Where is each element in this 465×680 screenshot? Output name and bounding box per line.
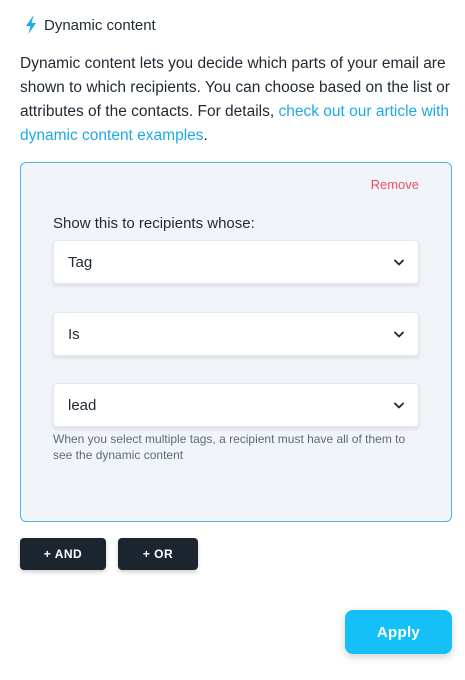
chevron-down-icon: [394, 331, 404, 337]
lightning-bolt-icon: [26, 16, 36, 34]
intro-suffix: .: [203, 127, 208, 144]
header-title: Dynamic content: [44, 16, 156, 34]
condition-panel: Remove Show this to recipients whose: Ta…: [20, 162, 452, 522]
field-select-value: Tag: [68, 253, 93, 271]
operator-select[interactable]: Is: [53, 312, 419, 356]
operator-select-value: Is: [68, 325, 80, 343]
chevron-down-icon: [394, 259, 404, 265]
tag-value-select-value: lead: [68, 396, 97, 414]
show-to-recipients-label: Show this to recipients whose:: [53, 215, 255, 232]
dynamic-content-header: Dynamic content: [24, 16, 156, 34]
tag-value-select[interactable]: lead: [53, 383, 419, 427]
intro-paragraph: Dynamic content lets you decide which pa…: [20, 52, 456, 148]
add-and-condition-button[interactable]: + AND: [20, 538, 106, 570]
remove-condition-link[interactable]: Remove: [371, 177, 419, 192]
apply-button[interactable]: Apply: [345, 610, 452, 654]
field-select[interactable]: Tag: [53, 240, 419, 284]
multiple-tags-hint: When you select multiple tags, a recipie…: [53, 432, 406, 462]
add-or-condition-button[interactable]: + OR: [118, 538, 198, 570]
chevron-down-icon: [394, 402, 404, 408]
